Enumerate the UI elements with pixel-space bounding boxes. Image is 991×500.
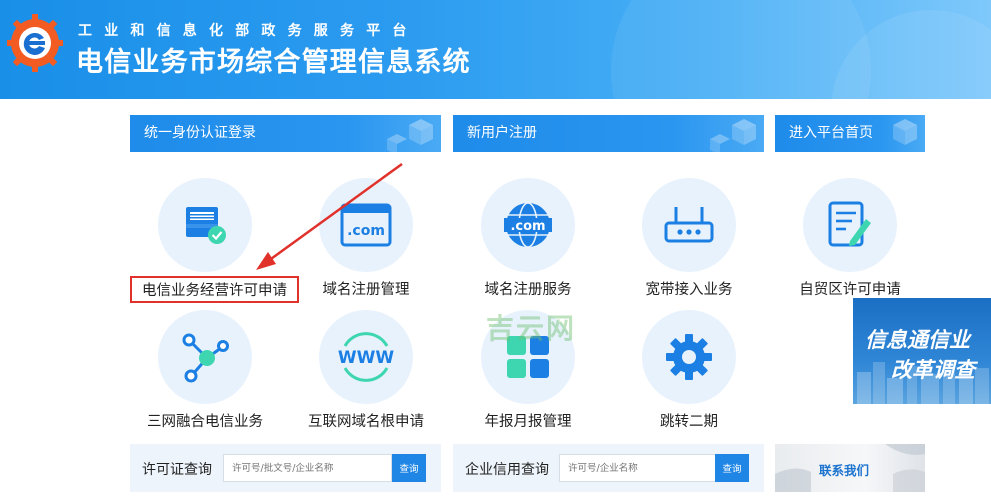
credit-query-button[interactable]: 查询 <box>715 454 749 482</box>
home-section-link[interactable]: 进入平台首页 <box>775 115 925 152</box>
cubes-decoration-icon <box>710 119 756 152</box>
network-nodes-icon <box>182 333 229 383</box>
domain-service-item[interactable]: .com 域名注册服务 <box>453 178 603 299</box>
annual-report-label: 年报月报管理 <box>484 414 572 430</box>
cubes-decoration-icon <box>387 119 433 152</box>
ftz-license-label: 自贸区许可申请 <box>799 282 901 298</box>
credit-query-bar: 企业信用查询 查询 <box>453 444 764 492</box>
credit-query-label: 企业信用查询 <box>465 462 549 478</box>
logo-icon <box>7 14 63 72</box>
login-section-label: 统一身份认证登录 <box>144 125 256 141</box>
root-domain-item[interactable]: WWW 互联网域名根申请 <box>291 310 441 431</box>
broadband-item[interactable]: 宽带接入业务 <box>614 178 764 299</box>
gear-icon <box>666 334 712 380</box>
register-section-label: 新用户注册 <box>467 125 537 141</box>
broadband-label: 宽带接入业务 <box>645 282 733 298</box>
router-icon <box>664 207 714 243</box>
license-query-label: 许可证查询 <box>142 462 212 478</box>
telecom-license-label: 电信业务经营许可申请 <box>130 276 299 303</box>
globe-dotcom-icon: .com <box>504 202 552 248</box>
home-section-label: 进入平台首页 <box>789 125 873 141</box>
domain-service-label: 域名注册服务 <box>484 282 572 298</box>
license-query-input[interactable] <box>223 454 392 482</box>
phase2-item[interactable]: 跳转二期 <box>614 310 764 431</box>
header-title: 电信业务市场综合管理信息系统 <box>76 47 471 78</box>
triple-play-item[interactable]: 三网融合电信业务 <box>130 310 280 431</box>
triple-play-label: 三网融合电信业务 <box>147 414 263 430</box>
login-section-link[interactable]: 统一身份认证登录 <box>130 115 441 152</box>
watermark-text: 吉云网 <box>486 312 577 345</box>
promo-banner[interactable]: 信息通信业 改革调查 <box>853 298 991 404</box>
promo-line1: 信息通信业 <box>865 328 970 352</box>
header-subtitle: 工业和信息化部政务服务平台 <box>78 23 419 39</box>
red-arrow-annotation <box>256 162 403 270</box>
license-query-button[interactable]: 查询 <box>392 454 426 482</box>
credit-query-input[interactable] <box>559 454 716 482</box>
contact-us-link[interactable]: 联系我们 <box>775 444 925 492</box>
license-form-icon <box>186 207 226 244</box>
www-globe-icon: WWW <box>338 332 395 382</box>
svg-text:WWW: WWW <box>338 348 395 368</box>
root-domain-label: 互联网域名根申请 <box>308 414 424 430</box>
register-section-link[interactable]: 新用户注册 <box>453 115 764 152</box>
domain-mgmt-label: 域名注册管理 <box>322 282 410 298</box>
promo-line2: 改革调查 <box>891 358 975 382</box>
ftz-license-item[interactable]: 自贸区许可申请 <box>775 178 925 299</box>
cubes-decoration-icon <box>893 119 917 145</box>
svg-text:.com: .com <box>510 219 545 234</box>
contact-us-label: 联系我们 <box>819 463 870 478</box>
phase2-label: 跳转二期 <box>660 414 718 430</box>
license-query-bar: 许可证查询 查询 <box>130 444 441 492</box>
header-banner: 工业和信息化部政务服务平台 电信业务市场综合管理信息系统 <box>0 0 991 99</box>
document-edit-icon <box>828 201 871 247</box>
